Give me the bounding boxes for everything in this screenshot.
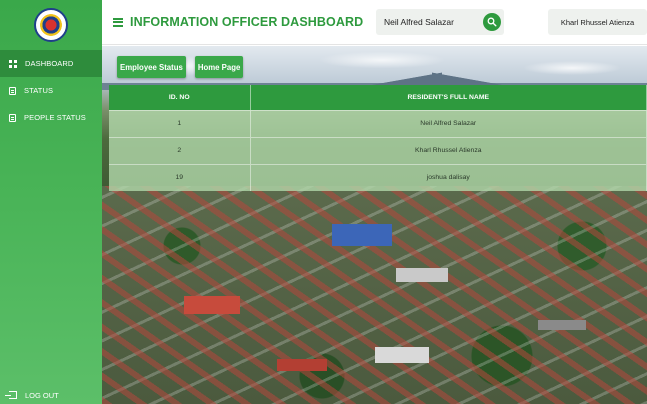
residents-table: ID. NO RESIDENT'S FULL NAME 1 Neil Alfre…	[109, 85, 647, 191]
search-button[interactable]	[483, 13, 501, 31]
top-header: INFORMATION OFFICER DASHBOARD Kharl Rhus…	[102, 0, 647, 45]
background-town-aerial	[102, 186, 647, 404]
column-header-id: ID. NO	[109, 85, 251, 110]
cell-id: 2	[109, 136, 251, 164]
cell-name: joshua dalisay	[250, 163, 647, 191]
sidebar-item-label: STATUS	[24, 86, 54, 95]
cell-name: Neil Alfred Salazar	[250, 109, 647, 137]
table-row[interactable]: 19 joshua dalisay	[109, 163, 647, 191]
cell-name: Kharl Rhussel Atienza	[250, 136, 647, 164]
sidebar-item-label: DASHBOARD	[25, 59, 74, 68]
sidebar-item-dashboard[interactable]: DASHBOARD	[0, 50, 102, 77]
home-page-button[interactable]: Home Page	[194, 56, 244, 78]
sidebar: DASHBOARD STATUS PEOPLE STATUS LOG OUT	[0, 0, 102, 404]
main-content: Employee Status Home Page ID. NO RESIDEN…	[102, 46, 647, 404]
document-icon	[9, 113, 16, 122]
table-row[interactable]: 1 Neil Alfred Salazar	[109, 109, 647, 137]
seal-emblem-icon	[40, 14, 62, 36]
sidebar-item-people-status[interactable]: PEOPLE STATUS	[0, 104, 102, 131]
document-icon	[9, 86, 16, 95]
cell-id: 1	[109, 109, 251, 137]
logout-button[interactable]: LOG OUT	[0, 386, 102, 404]
menu-toggle-icon[interactable]	[113, 17, 123, 27]
logout-label: LOG OUT	[25, 390, 59, 400]
table-row[interactable]: 2 Kharl Rhussel Atienza	[109, 136, 647, 164]
employee-status-button[interactable]: Employee Status	[117, 56, 186, 78]
search-box	[376, 9, 504, 35]
sidebar-item-status[interactable]: STATUS	[0, 77, 102, 104]
action-buttons: Employee Status Home Page	[117, 56, 244, 78]
logout-icon	[5, 391, 17, 399]
logo-area	[0, 0, 102, 50]
user-profile-button[interactable]: Kharl Rhussel Atienza	[548, 9, 647, 35]
column-header-name: RESIDENT'S FULL NAME	[250, 85, 647, 110]
sidebar-item-label: PEOPLE STATUS	[24, 113, 86, 122]
search-icon	[487, 17, 497, 27]
page-title: INFORMATION OFFICER DASHBOARD	[130, 15, 364, 29]
search-input[interactable]	[376, 17, 476, 27]
table-header-row: ID. NO RESIDENT'S FULL NAME	[109, 85, 647, 110]
seal-logo	[34, 8, 68, 42]
grid-icon	[9, 59, 17, 68]
cell-id: 19	[109, 163, 251, 191]
